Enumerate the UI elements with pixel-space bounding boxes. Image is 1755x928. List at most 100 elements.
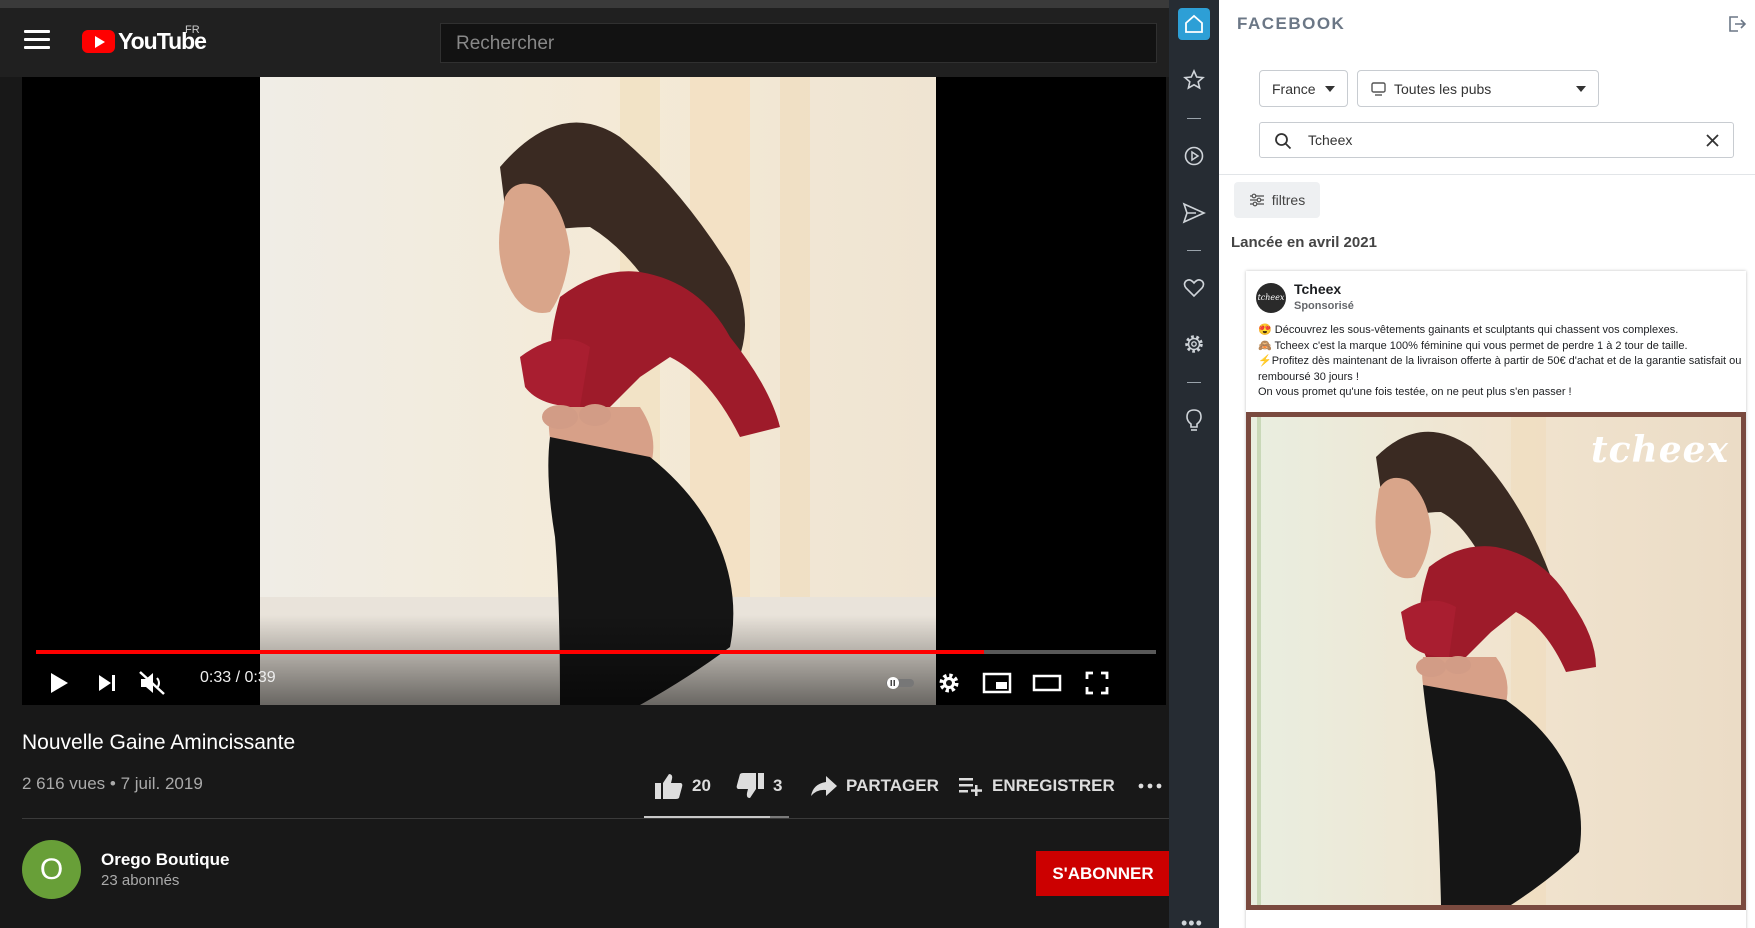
likes-button[interactable] <box>1178 272 1210 304</box>
search-icon <box>1275 133 1292 150</box>
share-icon <box>811 776 837 796</box>
dislike-button[interactable]: 3 <box>735 768 782 804</box>
youtube-logo-icon <box>82 30 115 53</box>
share-button[interactable]: PARTAGER <box>810 768 939 804</box>
autoplay-toggle[interactable] <box>884 663 916 703</box>
like-button[interactable]: 20 <box>654 768 711 804</box>
more-actions-button[interactable] <box>1138 768 1162 804</box>
video-player[interactable]: 0:33 / 0:39 <box>22 77 1166 705</box>
sponsored-label: Sponsorisé <box>1294 300 1354 312</box>
ad-text: 😍 Découvrez les sous-vêtements gainants … <box>1258 323 1742 401</box>
ad-card[interactable]: tcheex Tcheex Sponsorisé 😍 Découvrez les… <box>1246 271 1746 928</box>
ad-text-line: ⚡Profitez dès maintenant de la livraison… <box>1258 355 1742 383</box>
gear-icon <box>939 673 959 693</box>
heart-icon <box>1183 279 1205 298</box>
channel-name[interactable]: Orego Boutique <box>101 850 229 870</box>
chevron-down-icon <box>1576 86 1586 92</box>
youtube-logo[interactable]: YouTube FR <box>82 24 207 55</box>
star-icon <box>1183 69 1205 90</box>
sliders-icon <box>1249 193 1264 207</box>
ad-text-line: 😍 Découvrez les sous-vêtements gainants … <box>1258 324 1679 336</box>
country-select[interactable]: France <box>1259 70 1348 107</box>
rail-separator <box>1187 118 1201 119</box>
extension-sidebar: ••• <box>1169 0 1219 928</box>
subscribe-button[interactable]: S'ABONNER <box>1036 851 1169 896</box>
fullscreen-button[interactable] <box>1080 663 1114 703</box>
youtube-window: YouTube FR Rechercher 0:33 / 0:39 Nouvel… <box>0 0 1169 928</box>
video-ads-button[interactable] <box>1178 140 1210 172</box>
play-button[interactable] <box>44 663 74 703</box>
ad-image-photo <box>1251 417 1741 905</box>
clear-icon[interactable] <box>1706 134 1719 147</box>
ad-image[interactable]: tcheex <box>1246 412 1746 910</box>
more-options-icon[interactable]: ••• <box>1181 913 1203 928</box>
youtube-header: YouTube FR Rechercher <box>0 0 1169 77</box>
facebook-ads-panel: FACEBOOK France Toutes les pubs Tcheex f… <box>1219 0 1755 928</box>
play-circle-icon <box>1184 146 1204 166</box>
thumbs-down-icon <box>736 773 764 798</box>
more-horizontal-icon <box>1138 783 1162 789</box>
hamburger-menu-icon[interactable] <box>24 30 50 50</box>
logout-button[interactable] <box>1727 14 1747 39</box>
panel-title: FACEBOOK <box>1237 14 1346 33</box>
filters-label: filtres <box>1271 192 1306 208</box>
ad-type-value: Toutes les pubs <box>1394 80 1492 97</box>
screen: YouTube FR Rechercher 0:33 / 0:39 Nouvel… <box>0 0 1755 928</box>
rail-separator <box>1187 382 1201 383</box>
save-button[interactable]: ENREGISTRER <box>958 768 1115 804</box>
advertiser-avatar[interactable]: tcheex <box>1256 283 1286 313</box>
dislike-count: 3 <box>773 776 783 795</box>
settings-button[interactable] <box>934 663 964 703</box>
autoplay-icon <box>886 677 914 689</box>
share-label: PARTAGER <box>846 776 939 795</box>
rail-separator <box>1187 250 1201 251</box>
filters-button[interactable]: filtres <box>1234 182 1320 218</box>
volume-muted-icon <box>139 671 165 695</box>
video-frame-image <box>260 77 936 705</box>
lightbulb-icon <box>1186 409 1202 431</box>
home-icon <box>1185 14 1203 33</box>
brand-watermark: tcheex <box>1591 429 1729 471</box>
ad-type-select[interactable]: Toutes les pubs <box>1357 70 1599 107</box>
tips-button[interactable] <box>1178 404 1210 436</box>
next-button[interactable] <box>92 663 122 703</box>
launch-date-heading: Lancée en avril 2021 <box>1231 234 1377 251</box>
miniplayer-icon <box>982 672 1012 694</box>
play-icon <box>51 673 68 693</box>
country-value: France <box>1272 80 1316 97</box>
ad-image-content: tcheex <box>1251 417 1741 905</box>
monitor-icon <box>1371 82 1386 96</box>
progress-bar[interactable] <box>36 650 1156 654</box>
video-frame <box>260 77 936 705</box>
theater-icon <box>1032 674 1062 692</box>
progress-played <box>36 650 984 654</box>
home-button[interactable] <box>1178 8 1210 40</box>
divider <box>1219 174 1755 175</box>
thumbs-up-icon <box>655 774 683 799</box>
miniplayer-button[interactable] <box>980 663 1014 703</box>
search-field[interactable]: Tcheex <box>1259 122 1734 158</box>
search-input[interactable]: Rechercher <box>440 23 1157 63</box>
ad-text-line: On vous promet qu'une fois testée, on ne… <box>1258 386 1572 398</box>
next-icon <box>99 675 115 691</box>
mute-button[interactable] <box>135 663 169 703</box>
channel-avatar[interactable]: O <box>22 840 81 899</box>
subscriber-count: 23 abonnés <box>101 872 180 889</box>
divider <box>22 818 1169 819</box>
ad-text-line: 🙈 Tcheex c'est la marque 100% féminine q… <box>1258 339 1688 352</box>
region-code: FR <box>185 24 200 36</box>
chevron-down-icon <box>1325 86 1335 92</box>
video-title: Nouvelle Gaine Amincissante <box>22 731 296 754</box>
send-button[interactable] <box>1178 197 1210 229</box>
favorites-button[interactable] <box>1178 64 1210 96</box>
advertiser-name[interactable]: Tcheex <box>1294 281 1341 297</box>
theater-mode-button[interactable] <box>1030 663 1064 703</box>
settings-button[interactable] <box>1178 328 1210 360</box>
time-display: 0:33 / 0:39 <box>200 669 276 686</box>
fullscreen-icon <box>1085 671 1109 695</box>
search-value: Tcheex <box>1308 132 1353 148</box>
gear-icon <box>1185 335 1203 353</box>
playlist-add-icon <box>959 778 982 796</box>
like-count: 20 <box>692 776 711 795</box>
video-meta: 2 616 vues • 7 juil. 2019 <box>22 774 203 793</box>
